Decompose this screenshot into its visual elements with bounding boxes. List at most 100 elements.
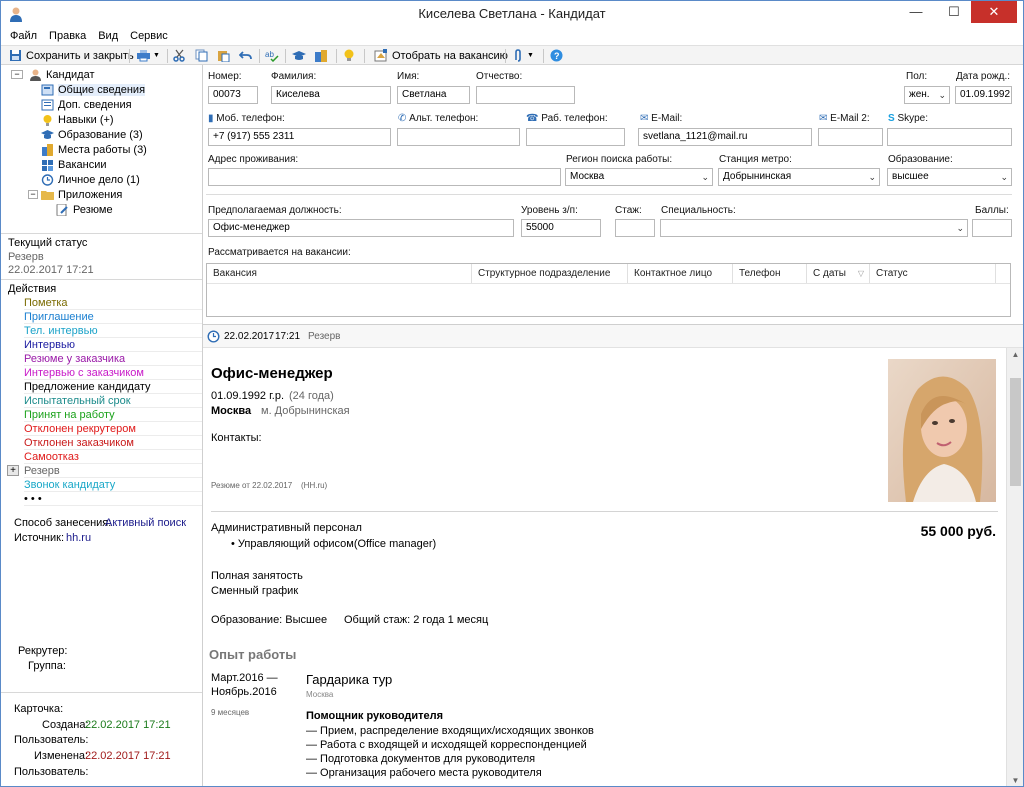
action-item[interactable]: Резюме у заказчика	[24, 353, 202, 366]
region-select[interactable]: Москва ⌄	[565, 168, 713, 186]
filter-icon[interactable]: ▽	[858, 264, 864, 283]
undo-button[interactable]	[239, 48, 252, 63]
chevron-down-icon: ⌄	[701, 172, 709, 182]
tree-item-additional[interactable]: Доп. сведения	[41, 97, 132, 112]
scroll-up-icon[interactable]: ▲	[1007, 350, 1023, 359]
toolbar: Сохранить и закрыть ▼ ab Отобрать на вак…	[1, 45, 1023, 65]
cut-button[interactable]	[173, 48, 186, 63]
company-button[interactable]	[314, 48, 328, 63]
tree-item-attachments[interactable]: − Приложения	[28, 187, 122, 202]
mobile-field[interactable]: +7 (917) 555 2311	[208, 128, 391, 146]
tree-item-vacancies[interactable]: Вакансии	[41, 157, 107, 172]
clock-icon	[207, 330, 220, 343]
specialty-select[interactable]: ⌄	[660, 219, 968, 237]
col-contact[interactable]: Контактное лицо	[628, 264, 733, 283]
resume-salary: 55 000 руб.	[920, 523, 996, 539]
menu-edit[interactable]: Правка	[43, 27, 92, 45]
tree-item-personal-file[interactable]: Личное дело (1)	[41, 172, 140, 187]
scroll-down-icon[interactable]: ▼	[1007, 776, 1023, 785]
name-field[interactable]: Светлана	[397, 86, 470, 104]
paste-button[interactable]	[217, 48, 230, 63]
sex-select[interactable]: жен. ⌄	[904, 86, 950, 104]
tree-item-workplaces[interactable]: Места работы (3)	[41, 142, 147, 157]
birth-date-field[interactable]: 01.09.1992	[955, 86, 1012, 104]
score-field[interactable]	[972, 219, 1012, 237]
action-item[interactable]: Приглашение	[24, 311, 202, 324]
action-item[interactable]: Отклонен заказчиком	[24, 437, 202, 450]
education-select[interactable]: высшее ⌄	[887, 168, 1012, 186]
action-item[interactable]: Тел. интервью	[24, 325, 202, 338]
action-item[interactable]: Предложение кандидату	[24, 381, 202, 394]
address-label: Адрес проживания:	[208, 154, 299, 165]
resume-schedule: Сменный график	[211, 585, 299, 597]
surname-field[interactable]: Киселева	[271, 86, 391, 104]
col-department[interactable]: Структурное подразделение	[472, 264, 628, 283]
created-label: Создана:	[42, 719, 89, 731]
col-vacancy[interactable]: Вакансия	[207, 264, 472, 283]
help-button[interactable]: ?	[550, 48, 563, 63]
print-menu-button[interactable]: ▼	[136, 48, 160, 63]
vacancy-icon	[42, 159, 53, 171]
close-button[interactable]: ✕	[971, 1, 1017, 23]
education-button[interactable]	[292, 48, 306, 63]
education-label: Образование:	[888, 154, 953, 165]
select-vacancy-button[interactable]: Отобрать на вакансию	[374, 48, 508, 63]
action-item[interactable]: Отклонен рекрутером	[24, 423, 202, 436]
col-from-date[interactable]: С даты ▽	[807, 264, 870, 283]
expand-plus-button[interactable]: +	[7, 465, 19, 476]
tree-item-general[interactable]: Общие сведения	[41, 82, 146, 97]
menu-file[interactable]: Файл	[1, 27, 43, 45]
clock-icon	[41, 173, 54, 186]
action-item[interactable]: Звонок кандидату	[24, 479, 202, 492]
metro-select[interactable]: Добрынинская ⌄	[718, 168, 880, 186]
save-close-button[interactable]: Сохранить и закрыть	[9, 48, 134, 63]
action-item[interactable]: Интервью с заказчиком	[24, 367, 202, 380]
alt-phone-field[interactable]	[397, 128, 520, 146]
vacancies-grid[interactable]: Вакансия Структурное подразделение Конта…	[206, 263, 1011, 317]
folder-icon	[41, 190, 54, 200]
resume-scrollbar[interactable]: ▲ ▼	[1006, 348, 1023, 786]
col-phone[interactable]: Телефон	[733, 264, 807, 283]
number-field[interactable]: 00073	[208, 86, 258, 104]
resume-education: Образование: Высшее	[211, 614, 328, 626]
experience-field[interactable]	[615, 219, 655, 237]
menu-view[interactable]: Вид	[92, 27, 124, 45]
tree-item-skills[interactable]: Навыки (+)	[41, 112, 114, 127]
copy-button[interactable]	[195, 48, 208, 63]
action-item[interactable]: Интервью	[24, 339, 202, 352]
scroll-thumb[interactable]	[1010, 378, 1021, 486]
col-status[interactable]: Статус	[870, 264, 996, 283]
spellcheck-button[interactable]: ab	[265, 48, 279, 63]
skype-field[interactable]	[887, 128, 1012, 146]
tree-item-resume[interactable]: Резюме	[56, 202, 113, 217]
salary-field[interactable]: 55000	[521, 219, 601, 237]
action-item[interactable]: Самоотказ	[24, 451, 202, 464]
action-item[interactable]: Испытательный срок	[24, 395, 202, 408]
idea-button[interactable]	[343, 48, 355, 63]
current-status-header: Текущий статус	[8, 237, 88, 249]
email2-field[interactable]	[818, 128, 883, 146]
action-item[interactable]: Пометка	[24, 297, 202, 310]
building-icon	[315, 50, 327, 62]
menu-service[interactable]: Сервис	[124, 27, 174, 45]
patronymic-field[interactable]	[476, 86, 575, 104]
job-city: Москва	[306, 690, 334, 699]
birth-label: Дата рожд.:	[956, 71, 1011, 82]
tree-item-education[interactable]: Образование (3)	[41, 127, 143, 142]
address-field[interactable]	[208, 168, 561, 186]
email-field[interactable]: svetlana_1121@mail.ru	[638, 128, 812, 146]
action-item[interactable]: Резерв	[24, 465, 202, 478]
candidate-window: Киселева Светлана - Кандидат — ☐ ✕ Файл П…	[0, 0, 1024, 787]
collapse-toggle[interactable]: −	[28, 190, 38, 199]
attach-menu-button[interactable]: ▼	[513, 48, 534, 63]
svg-text:ab: ab	[265, 50, 274, 59]
action-item[interactable]: Принят на работу	[24, 409, 202, 422]
minimize-button[interactable]: —	[899, 1, 933, 23]
maximize-button[interactable]: ☐	[937, 1, 971, 23]
action-item[interactable]: • • •	[24, 493, 202, 506]
work-phone-field[interactable]	[526, 128, 625, 146]
position-field[interactable]: Офис-менеджер	[208, 219, 514, 237]
tree-root-candidate[interactable]: − Кандидат	[11, 67, 95, 82]
changed-label: Изменена:	[34, 750, 89, 762]
collapse-toggle[interactable]: −	[11, 70, 23, 79]
